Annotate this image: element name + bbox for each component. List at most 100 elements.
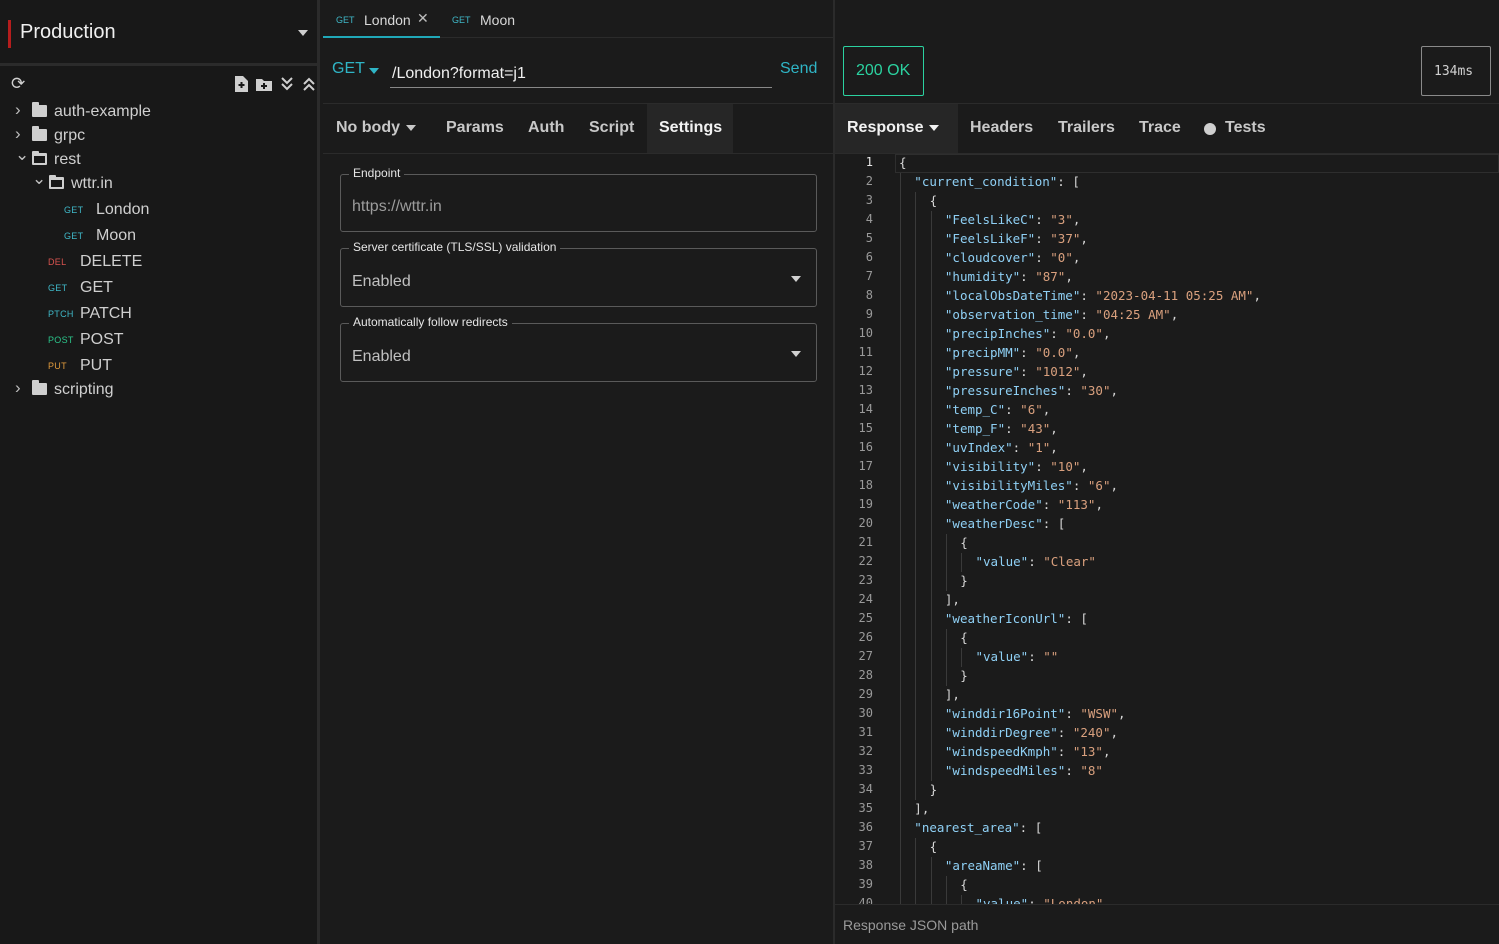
indent-guide xyxy=(900,325,901,344)
indent-guide xyxy=(930,477,932,496)
sidebar-request[interactable]: PUT PUT xyxy=(0,354,320,378)
sidebar-request-label: PATCH xyxy=(80,305,132,322)
indent-guide xyxy=(915,534,917,553)
line-number: 34 xyxy=(858,782,873,796)
code-line: 27 "value": "" xyxy=(835,648,1499,667)
indent-guide xyxy=(930,363,932,382)
url-input[interactable] xyxy=(390,56,772,88)
new-request-icon[interactable] xyxy=(235,76,248,96)
indent-guide xyxy=(945,895,947,904)
line-number: 38 xyxy=(858,858,873,872)
line-number: 8 xyxy=(865,288,873,302)
follow-redirects-select[interactable]: Automatically follow redirects Enabled xyxy=(340,315,817,382)
folder-open-icon xyxy=(32,151,47,165)
chevron-right-icon[interactable]: › xyxy=(15,100,21,120)
code-line: 13 "pressureInches": "30", xyxy=(835,382,1499,401)
indent-guide xyxy=(915,306,917,325)
method-selector[interactable]: GET xyxy=(332,60,365,78)
sidebar-request[interactable]: GET GET xyxy=(0,276,320,300)
indent-guide xyxy=(900,876,901,895)
sidebar-folder[interactable]: ⌄ wttr.in xyxy=(0,169,320,196)
chevron-down-icon xyxy=(929,124,940,131)
tab-auth[interactable]: Auth xyxy=(528,104,564,153)
indent-guide xyxy=(915,705,917,724)
tab-headers[interactable]: Headers xyxy=(970,119,1033,137)
tls-validation-select[interactable]: Server certificate (TLS/SSL) validation … xyxy=(340,240,817,307)
code-text: "precipMM": "0.0", xyxy=(944,345,1081,360)
tab-trailers[interactable]: Trailers xyxy=(1058,119,1115,137)
chevron-down-icon[interactable]: ⌄ xyxy=(15,145,29,165)
indent-guide xyxy=(930,876,932,895)
chevron-right-icon[interactable]: › xyxy=(15,378,21,398)
indent-guide xyxy=(900,382,901,401)
code-text: "value": "" xyxy=(975,649,1059,664)
json-path-input[interactable] xyxy=(843,913,1463,937)
code-text: "weatherIconUrl": [ xyxy=(944,611,1088,626)
sidebar-request[interactable]: DEL DELETE xyxy=(0,250,320,274)
indent-guide xyxy=(900,819,901,838)
indent-guide xyxy=(900,705,901,724)
code-text: "precipInches": "0.0", xyxy=(944,326,1111,341)
endpoint-label: Endpoint xyxy=(349,166,405,180)
follow-redirects-label: Automatically follow redirects xyxy=(349,315,512,329)
sidebar-folder[interactable]: › scripting xyxy=(0,378,320,402)
indent-guide xyxy=(915,724,917,743)
indent-guide xyxy=(930,648,932,667)
indent-guide xyxy=(900,249,901,268)
code-text: "observation_time": "04:25 AM", xyxy=(944,307,1179,322)
tab-params[interactable]: Params xyxy=(446,104,504,153)
sidebar-folder[interactable]: › grpc xyxy=(0,124,320,148)
tab-response[interactable]: Response xyxy=(847,119,940,137)
indent-guide xyxy=(930,629,932,648)
indent-guide xyxy=(915,667,917,686)
code-line: 14 "temp_C": "6", xyxy=(835,401,1499,420)
sidebar-folder-label: grpc xyxy=(54,127,86,144)
sidebar-folder[interactable]: ⌄ rest xyxy=(0,145,320,172)
sidebar-request[interactable]: GET London xyxy=(0,198,320,222)
request-tabs-bar: GET London ✕ GET Moon xyxy=(323,0,833,38)
sidebar-request[interactable]: GET Moon xyxy=(0,224,320,248)
response-body-viewer[interactable]: 1{2 "current_condition": [3{4 "FeelsLikeC"… xyxy=(835,154,1499,904)
code-text: { xyxy=(960,630,968,645)
tab-trace[interactable]: Trace xyxy=(1139,119,1181,137)
sidebar-request[interactable]: POST POST xyxy=(0,328,320,352)
indent-guide xyxy=(945,534,947,553)
indent-guide xyxy=(900,648,901,667)
expand-all-icon[interactable] xyxy=(280,76,294,96)
environment-selector[interactable]: Production xyxy=(0,0,320,66)
code-text: "value": "Clear" xyxy=(975,554,1096,569)
send-button[interactable]: Send xyxy=(780,60,817,78)
tab-moon[interactable]: GET Moon xyxy=(440,0,530,38)
indent-guide xyxy=(900,781,901,800)
indent-guide xyxy=(915,401,917,420)
indent-guide xyxy=(900,762,901,781)
sidebar-request[interactable]: PTCH PATCH xyxy=(0,302,320,326)
code-line: 7 "humidity": "87", xyxy=(835,268,1499,287)
chevron-right-icon[interactable]: › xyxy=(15,124,21,144)
chevron-down-icon[interactable]: ⌄ xyxy=(32,169,46,189)
tab-london[interactable]: GET London ✕ xyxy=(323,0,440,38)
indent-guide xyxy=(930,306,932,325)
tab-script[interactable]: Script xyxy=(589,104,634,153)
tab-body[interactable]: No body xyxy=(336,104,416,153)
code-text: "windspeedMiles": "8" xyxy=(944,763,1103,778)
line-number: 40 xyxy=(858,896,873,904)
refresh-icon[interactable]: ⟳ xyxy=(11,75,25,92)
tab-settings[interactable]: Settings xyxy=(647,104,733,153)
close-icon[interactable]: ✕ xyxy=(417,10,429,27)
code-text: ], xyxy=(914,801,930,816)
indent-guide xyxy=(915,344,917,363)
tab-method: GET xyxy=(452,15,471,25)
sidebar-folder[interactable]: › auth-example xyxy=(0,100,320,124)
collapse-all-icon[interactable] xyxy=(302,76,316,96)
line-number: 36 xyxy=(858,820,873,834)
line-number: 37 xyxy=(858,839,873,853)
code-line: 10 "precipInches": "0.0", xyxy=(835,325,1499,344)
tab-tests[interactable]: Tests xyxy=(1225,119,1266,137)
indent-guide xyxy=(930,382,932,401)
indent-guide xyxy=(900,629,901,648)
indent-guide xyxy=(945,667,947,686)
new-folder-icon[interactable] xyxy=(256,77,272,95)
sidebar-folder-label: scripting xyxy=(54,381,114,398)
endpoint-field[interactable]: Endpoint https://wttr.in xyxy=(340,166,817,232)
